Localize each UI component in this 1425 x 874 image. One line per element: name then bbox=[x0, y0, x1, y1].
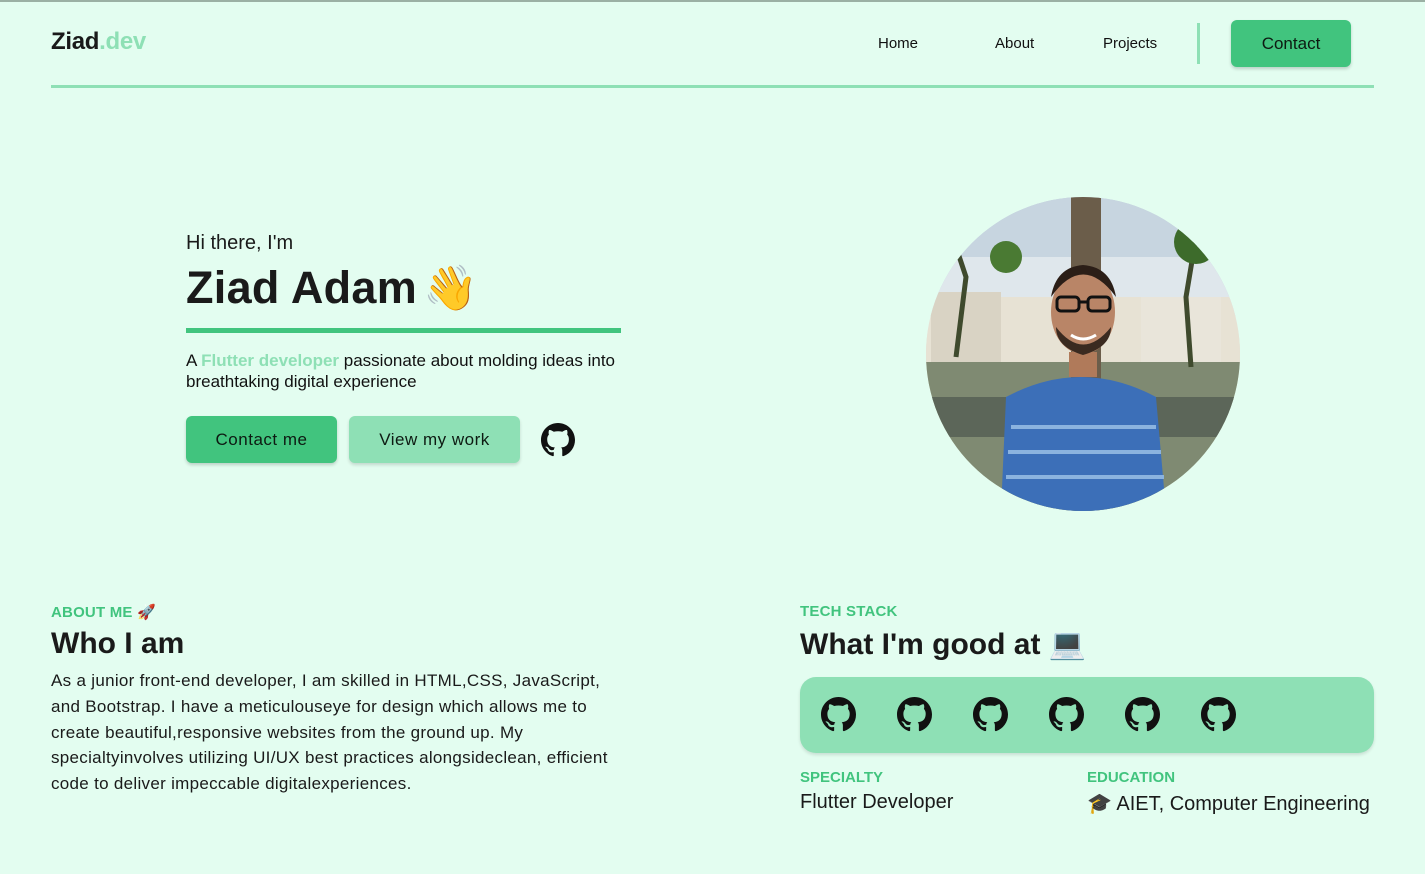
github-icon[interactable] bbox=[1049, 697, 1084, 732]
hero-tagline: A Flutter developer passionate about mol… bbox=[186, 350, 626, 392]
tech-stack-bar bbox=[800, 677, 1374, 753]
specialty-value: Flutter Developer bbox=[800, 791, 954, 813]
contact-me-button[interactable]: Contact me bbox=[186, 416, 337, 463]
logo-tld: .dev bbox=[99, 28, 146, 55]
nav-divider bbox=[1197, 23, 1200, 64]
nav-home[interactable]: Home bbox=[878, 35, 918, 52]
view-work-button[interactable]: View my work bbox=[349, 416, 520, 463]
nav-projects[interactable]: Projects bbox=[1103, 35, 1157, 52]
top-border bbox=[0, 0, 1425, 2]
github-icon[interactable] bbox=[541, 423, 575, 457]
hero-greeting: Hi there, I'm bbox=[186, 232, 294, 254]
waving-hand-icon: 👋 bbox=[423, 264, 479, 313]
education-label: EDUCATION bbox=[1087, 769, 1176, 786]
hero-underline bbox=[186, 328, 621, 333]
github-icon[interactable] bbox=[973, 697, 1008, 732]
tagline-highlight: Flutter developer bbox=[201, 351, 340, 370]
github-icon[interactable] bbox=[1201, 697, 1236, 732]
tagline-prefix: A bbox=[186, 351, 202, 370]
contact-nav-button[interactable]: Contact bbox=[1231, 20, 1351, 67]
profile-illustration bbox=[926, 197, 1240, 511]
hero-name-text: Ziad Adam bbox=[186, 262, 418, 313]
site-logo[interactable]: Ziad.dev bbox=[51, 28, 146, 56]
about-title: Who I am bbox=[51, 627, 185, 660]
specialty-label: SPECIALTY bbox=[800, 769, 884, 786]
logo-main: Ziad bbox=[51, 28, 100, 55]
github-icon[interactable] bbox=[1125, 697, 1160, 732]
tech-title: What I'm good at 💻 bbox=[800, 628, 1087, 661]
github-icon[interactable] bbox=[821, 697, 856, 732]
about-body: As a junior front-end developer, I am sk… bbox=[51, 671, 608, 794]
github-icon[interactable] bbox=[897, 697, 932, 732]
tech-eyebrow: TECH STACK bbox=[800, 603, 898, 620]
header-divider bbox=[51, 85, 1374, 88]
hero-name: Ziad Adam 👋 bbox=[186, 262, 478, 314]
profile-photo bbox=[926, 197, 1240, 511]
nav-about[interactable]: About bbox=[995, 35, 1034, 52]
about-eyebrow: ABOUT ME 🚀 bbox=[51, 604, 156, 621]
education-value: 🎓 AIET, Computer Engineering bbox=[1087, 793, 1370, 815]
